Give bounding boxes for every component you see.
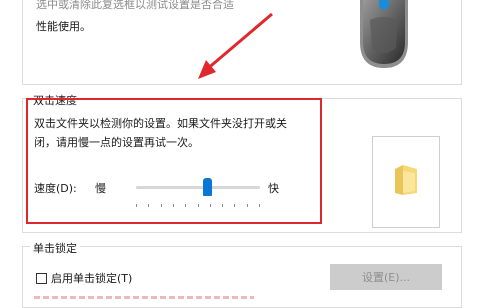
slider-tick	[136, 204, 137, 207]
click-lock-settings-button[interactable]: 设置(E)...	[330, 264, 442, 290]
click-lock-checkbox[interactable]	[36, 272, 47, 284]
test-folder-area[interactable]	[372, 136, 440, 228]
slider-tick	[148, 204, 150, 207]
slider-tick	[185, 204, 187, 207]
slider-tick	[197, 204, 199, 207]
double-click-desc-line2: 闭，请用慢一点的设置再试一次。	[34, 136, 199, 149]
speed-fast-label: 快	[268, 182, 279, 195]
mouse-icon	[352, 0, 416, 72]
slider-tick	[234, 204, 236, 207]
slider-tick	[222, 204, 224, 207]
speed-slow-label: 慢	[95, 182, 106, 195]
speed-slider-thumb[interactable]	[203, 178, 213, 196]
top-section-line1: 选中或清除此复选框以测试设置是否合适	[36, 0, 234, 11]
cut-off-text-fragment	[34, 296, 254, 299]
top-section-text: 选中或清除此复选框以测试设置是否合适 性能使用。	[36, 0, 336, 38]
speed-slider-track[interactable]	[136, 186, 260, 189]
speed-label: 速度(D):	[34, 182, 77, 195]
folder-icon[interactable]	[391, 163, 421, 197]
top-section-line2: 性能使用。	[36, 20, 91, 33]
click-lock-checkbox-label[interactable]: 启用单击锁定(T)	[51, 270, 132, 286]
slider-tick	[209, 204, 211, 207]
double-click-description: 双击文件夹以检测你的设置。如果文件夹没打开或关 闭，请用慢一点的设置再试一次。	[34, 114, 318, 152]
click-lock-checkbox-row[interactable]: 启用单击锁定(T)	[36, 270, 132, 286]
slider-tick	[160, 204, 162, 207]
slider-tick	[246, 204, 248, 207]
click-lock-group-title: 单击锁定	[30, 240, 80, 256]
double-click-desc-line1: 双击文件夹以检测你的设置。如果文件夹没打开或关	[34, 117, 287, 130]
slider-tick	[172, 204, 174, 207]
slider-tick	[259, 204, 260, 207]
speed-slider-ticks	[136, 204, 260, 208]
